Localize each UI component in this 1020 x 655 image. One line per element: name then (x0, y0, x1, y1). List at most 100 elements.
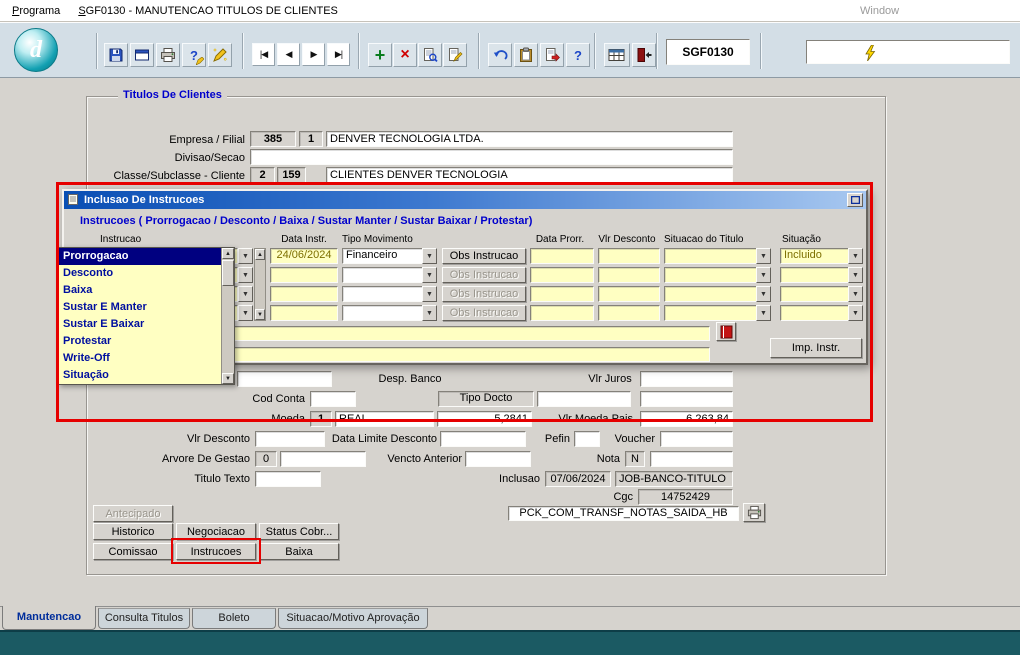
vlr-desconto-field-row2[interactable] (598, 267, 660, 283)
nota-extra-field[interactable] (650, 451, 733, 467)
dropdown-item-protestar[interactable]: Protestar (59, 333, 221, 350)
divisao-field[interactable] (250, 149, 733, 165)
situacao-titulo-arrow-row3[interactable]: ▼ (756, 286, 771, 302)
situacao-titulo-combo-row4[interactable] (664, 305, 757, 321)
save-button[interactable] (104, 43, 128, 67)
instrucao-combo-arrow-row1[interactable]: ▼ (238, 248, 253, 264)
dropdown-item-prorrogacao[interactable]: Prorrogacao (59, 248, 221, 265)
docto-extra-field[interactable] (640, 391, 733, 407)
quick-access-input[interactable] (806, 40, 1010, 64)
vlr-juros-field[interactable] (640, 371, 733, 387)
situacao-titulo-combo-row3[interactable] (664, 286, 757, 302)
dropdown-scroll-down[interactable]: ▼ (222, 373, 234, 384)
dropdown-scroll-thumb[interactable] (222, 260, 234, 286)
vencto-anterior-field[interactable] (465, 451, 531, 467)
data-instr-field-row4[interactable] (270, 305, 338, 321)
tipo-movimento-arrow-row3[interactable]: ▼ (422, 286, 437, 302)
tab-consulta-titulos[interactable]: Consulta Titulos (98, 608, 190, 629)
modify-query-button[interactable] (443, 43, 467, 67)
tipo-movimento-combo-row1[interactable]: Financeiro (342, 248, 423, 264)
cod-conta-field[interactable] (310, 391, 356, 407)
negociacao-button[interactable]: Negociacao (176, 523, 256, 540)
data-prorr-field-row1[interactable] (530, 248, 594, 264)
tab-boleto[interactable]: Boleto (192, 608, 276, 629)
baixa-button[interactable]: Baixa (259, 543, 339, 560)
browse-table-button[interactable] (604, 43, 630, 67)
situacao-titulo-combo-row1[interactable] (664, 248, 757, 264)
help-tools-button[interactable]: ? (182, 43, 206, 67)
dialog-maximize-button[interactable] (847, 193, 863, 207)
arvore-desc-field[interactable] (280, 451, 366, 467)
instrucoes-button[interactable]: Instrucoes (176, 543, 256, 560)
vlr-moeda-pais-field[interactable]: 6.263,84 (640, 411, 733, 427)
cliente-nome-field[interactable]: CLIENTES DENVER TECNOLOGIA (326, 167, 733, 183)
nav-prev-button[interactable]: ◀ (277, 43, 300, 66)
nav-last-button[interactable]: ▶| (327, 43, 350, 66)
data-instr-field-row3[interactable] (270, 286, 338, 302)
situacao-combo-row4[interactable] (780, 305, 849, 321)
delete-record-button[interactable]: × (393, 43, 417, 67)
scroll-up-button[interactable]: ▲ (255, 249, 265, 260)
classe-field[interactable]: 2 (250, 167, 275, 183)
situacao-combo-row1[interactable]: Incluido (780, 248, 849, 264)
nav-first-button[interactable]: |◀ (252, 43, 275, 66)
dropdown-item-sustar-baixar[interactable]: Sustar E Baixar (59, 316, 221, 333)
pefin-field[interactable] (574, 431, 600, 447)
situacao-titulo-arrow-row2[interactable]: ▼ (756, 267, 771, 283)
menu-programa[interactable]: Programa (8, 3, 64, 19)
paste-button[interactable] (514, 43, 538, 67)
moeda-taxa-field[interactable]: 5,2841 (437, 411, 532, 427)
dropdown-scrollbar[interactable]: ▲ ▼ (221, 248, 234, 384)
data-instr-field-row1[interactable]: 24/06/2024 (270, 248, 338, 264)
red-book-button[interactable] (716, 322, 736, 341)
dropdown-item-baixa[interactable]: Baixa (59, 282, 221, 299)
data-instr-field-row2[interactable] (270, 267, 338, 283)
data-prorr-field-row2[interactable] (530, 267, 594, 283)
despesa-field[interactable] (237, 371, 332, 387)
scroll-down-button[interactable]: ▼ (255, 309, 265, 320)
situacao-titulo-arrow-row1[interactable]: ▼ (756, 248, 771, 264)
tipo-docto-field[interactable] (537, 391, 631, 407)
nota-field[interactable]: N (625, 451, 645, 467)
situacao-titulo-arrow-row4[interactable]: ▼ (756, 305, 771, 321)
data-limite-field[interactable] (440, 431, 526, 447)
wizard-button[interactable] (208, 43, 232, 67)
dropdown-item-desconto[interactable]: Desconto (59, 265, 221, 282)
vlr-desconto-field-row4[interactable] (598, 305, 660, 321)
tipo-movimento-combo-row3[interactable] (342, 286, 423, 302)
situacao-arrow-row2[interactable]: ▼ (848, 267, 863, 283)
situacao-titulo-combo-row2[interactable] (664, 267, 757, 283)
situacao-combo-row2[interactable] (780, 267, 849, 283)
tab-manutencao[interactable]: Manutencao (2, 606, 96, 630)
window-button[interactable] (130, 43, 154, 67)
status-cobr-button[interactable]: Status Cobr... (259, 523, 339, 540)
vlr-desconto-field-row1[interactable] (598, 248, 660, 264)
help-button[interactable]: ? (566, 43, 590, 67)
dropdown-item-write-off[interactable]: Write-Off (59, 350, 221, 367)
dropdown-scroll-up[interactable]: ▲ (222, 248, 234, 259)
data-prorr-field-row3[interactable] (530, 286, 594, 302)
menu-window[interactable]: Window (860, 5, 899, 17)
instrucao-combo-arrow-row4[interactable]: ▼ (238, 305, 253, 321)
add-record-button[interactable]: + (368, 43, 392, 67)
dropdown-item-sustar-manter[interactable]: Sustar E Manter (59, 299, 221, 316)
print-button[interactable] (156, 43, 180, 67)
instrucao-combo-arrow-row3[interactable]: ▼ (238, 286, 253, 302)
print-rotina-button[interactable] (743, 503, 765, 522)
arvore-field[interactable]: 0 (255, 451, 277, 467)
vlr-desconto-field[interactable] (255, 431, 325, 447)
undo-button[interactable] (488, 43, 512, 67)
situacao-arrow-row1[interactable]: ▼ (848, 248, 863, 264)
moeda-nome-field[interactable]: REAL (335, 411, 434, 427)
moeda-num-field[interactable]: 1 (310, 411, 332, 427)
comissao-button[interactable]: Comissao (93, 543, 173, 560)
tipo-movimento-arrow-row1[interactable]: ▼ (422, 248, 437, 264)
nav-next-button[interactable]: ▶ (302, 43, 325, 66)
historico-button[interactable]: Historico (93, 523, 173, 540)
voucher-field[interactable] (660, 431, 733, 447)
titulo-texto-field[interactable] (255, 471, 321, 487)
transfer-button[interactable] (540, 43, 564, 67)
query-button[interactable] (418, 43, 442, 67)
tipo-movimento-combo-row4[interactable] (342, 305, 423, 321)
empresa-field[interactable]: 385 (250, 131, 296, 147)
